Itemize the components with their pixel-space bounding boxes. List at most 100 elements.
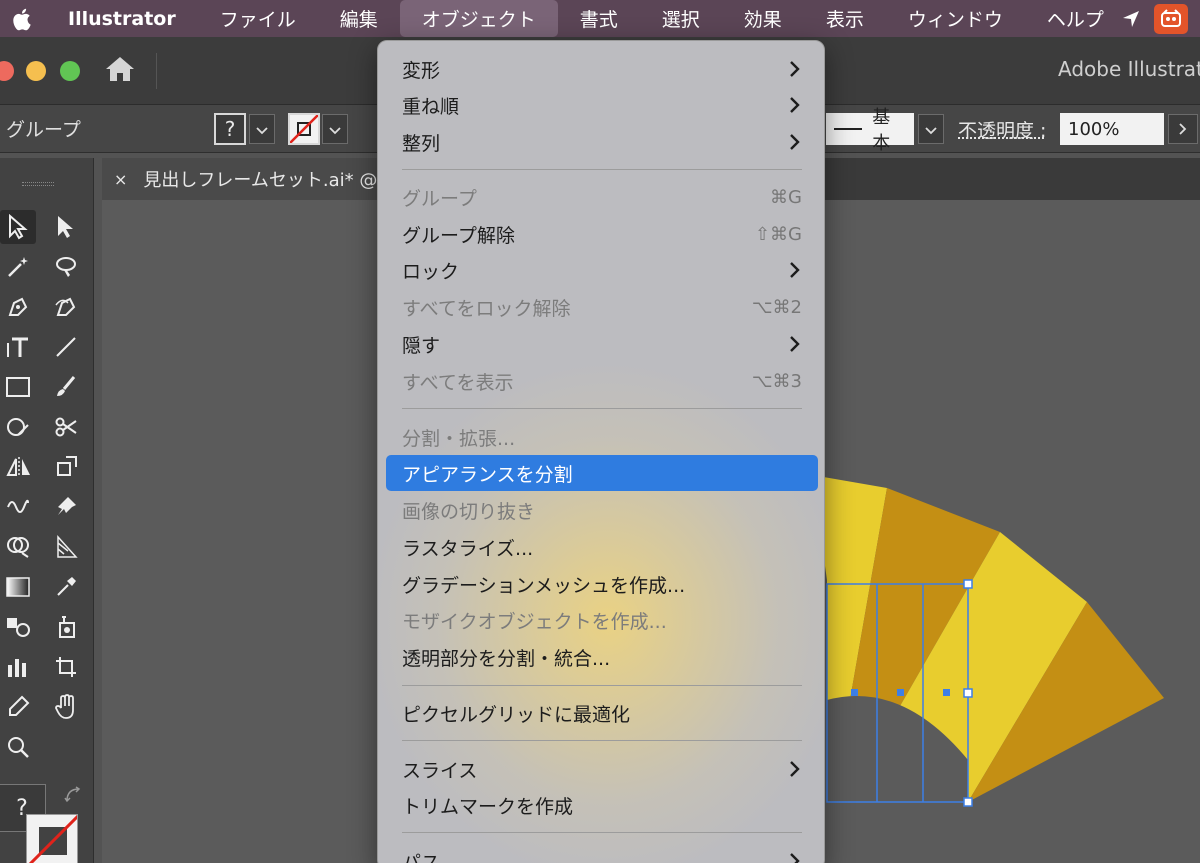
menu-item-arrange[interactable]: 重ね順 [386,87,818,123]
stroke-dropdown[interactable] [322,114,348,144]
bar-graph-icon[interactable] [0,650,36,684]
menu-object[interactable]: オブジェクト [399,0,558,37]
menu-item-unlock-all[interactable]: すべてをロック解除 ⌥⌘2 [386,289,818,325]
stroke-color-swatch[interactable] [26,814,78,863]
menu-view[interactable]: 表示 [804,0,886,37]
stroke-profile-line [834,128,863,130]
zoom-window-button[interactable] [60,61,80,81]
menu-item-create-gradient-mesh[interactable]: グラデーションメッシュを作成... [386,566,818,602]
menu-item-label: グループ [402,187,477,210]
menu-item-expand-appearance[interactable]: アピアランスを分割 [386,455,818,491]
location-arrow-icon[interactable] [1108,9,1154,29]
close-window-button[interactable] [0,61,14,81]
menu-item-crop-image[interactable]: 画像の切り抜き [386,492,818,528]
menu-item-align[interactable]: 整列 [386,124,818,160]
document-tab-title: 見出しフレームセット.ai* @ [143,170,378,191]
app-name[interactable]: Illustrator [46,8,198,30]
eyedropper-icon[interactable] [48,570,84,604]
eraser-icon[interactable] [0,690,36,724]
shape-builder-icon[interactable] [0,530,36,564]
menu-effect[interactable]: 効果 [722,0,804,37]
menu-item-ungroup[interactable]: グループ解除 ⇧⌘G [386,216,818,252]
close-tab-icon[interactable]: × [114,170,127,189]
direct-selection-tool[interactable] [48,210,84,244]
app-extension-icon[interactable] [1154,3,1188,34]
artboard-tool-icon[interactable] [48,650,84,684]
menu-type[interactable]: 書式 [558,0,640,37]
menu-item-label: 変形 [402,59,441,82]
minimize-window-button[interactable] [26,61,46,81]
gradient-tool-icon[interactable] [0,570,36,604]
selection-handle [963,579,973,589]
symbol-sprayer-icon[interactable] [48,610,84,644]
menu-select[interactable]: 選択 [640,0,722,37]
menu-item-transform[interactable]: 変形 [386,51,818,87]
menu-item-expand[interactable]: 分割・拡張... [386,419,818,455]
pin-icon[interactable] [48,490,84,524]
menu-separator [402,408,802,409]
object-menu-dropdown: 変形 重ね順 整列 グループ ⌘G グループ解除 ⇧⌘G ロック すべてをロック… [377,40,825,863]
menu-item-label: 透明部分を分割・統合... [402,647,611,670]
paintbrush-icon[interactable] [48,370,84,404]
menu-edit[interactable]: 編集 [318,0,400,37]
menu-item-label: パス [402,851,441,863]
line-tool-icon[interactable] [48,330,84,364]
menu-item-group[interactable]: グループ ⌘G [386,179,818,215]
opacity-label[interactable]: 不透明度 : [958,116,1046,143]
menu-separator [402,740,802,741]
home-icon[interactable] [104,55,136,87]
chevron-right-icon [790,262,800,278]
curvature-tool-icon[interactable] [48,290,84,324]
stroke-profile-dropdown[interactable] [918,114,944,144]
stroke-profile-field[interactable]: 基本 [826,107,914,154]
opacity-input[interactable]: 100% [1060,113,1164,145]
document-tab[interactable]: × 見出しフレームセット.ai* @ [102,158,392,200]
scissors-icon[interactable] [48,410,84,444]
title-divider [156,53,157,89]
menu-item-hide[interactable]: 隠す [386,326,818,362]
opacity-stepper[interactable] [1168,114,1198,144]
selection-type-label: グループ [6,119,81,141]
menu-item-slice[interactable]: スライス [386,751,818,787]
warp-tool-icon[interactable] [0,490,36,524]
menu-file[interactable]: ファイル [198,0,318,37]
blend-tool-icon[interactable] [0,610,36,644]
fill-dropdown[interactable] [249,114,275,144]
menu-item-lock[interactable]: ロック [386,252,818,288]
menu-item-shortcut: ⌘G [770,186,802,208]
apple-icon[interactable] [0,0,46,37]
menu-item-rasterize[interactable]: ラスタライズ... [386,529,818,565]
type-tool-icon[interactable] [0,330,36,364]
stroke-swatch[interactable] [288,113,320,145]
hand-icon[interactable] [48,690,84,724]
menu-item-create-object-mosaic[interactable]: モザイクオブジェクトを作成... [386,602,818,638]
menu-item-create-trim-marks[interactable]: トリムマークを作成 [386,787,818,823]
menu-item-shortcut: ⌥⌘3 [751,370,802,392]
menu-item-make-pixel-perfect[interactable]: ピクセルグリッドに最適化 [386,695,818,731]
menu-item-path[interactable]: パス [386,843,818,863]
menu-bar: Illustrator ファイル 編集 オブジェクト 書式 選択 効果 表示 ウ… [0,0,1200,37]
menu-item-label: スライス [402,759,478,782]
menu-item-show-all[interactable]: すべてを表示 ⌥⌘3 [386,363,818,399]
menu-item-flatten-transparency[interactable]: 透明部分を分割・統合... [386,639,818,675]
menu-item-label: すべてをロック解除 [402,297,571,320]
perspective-grid-icon[interactable] [48,530,84,564]
menu-item-label: 整列 [402,132,441,155]
pen-tool-icon[interactable] [0,290,36,324]
menu-item-shortcut: ⇧⌘G [754,223,802,245]
menu-window[interactable]: ウィンドウ [886,0,1025,37]
anchor-point [943,689,950,696]
shaper-tool-icon[interactable] [0,410,36,444]
menu-separator [402,685,802,686]
free-transform-icon[interactable] [48,450,84,484]
magic-wand-icon[interactable] [0,250,36,284]
reflect-tool-icon[interactable] [0,450,36,484]
chevron-right-icon [790,853,800,863]
fill-swatch[interactable]: ? [214,113,246,145]
rectangle-tool-icon[interactable] [0,370,36,404]
selection-tool[interactable] [0,210,36,244]
zoom-icon[interactable] [0,730,36,764]
swap-colors-icon[interactable] [64,786,82,808]
lasso-icon[interactable] [48,250,84,284]
panel-grip[interactable] [22,182,54,186]
